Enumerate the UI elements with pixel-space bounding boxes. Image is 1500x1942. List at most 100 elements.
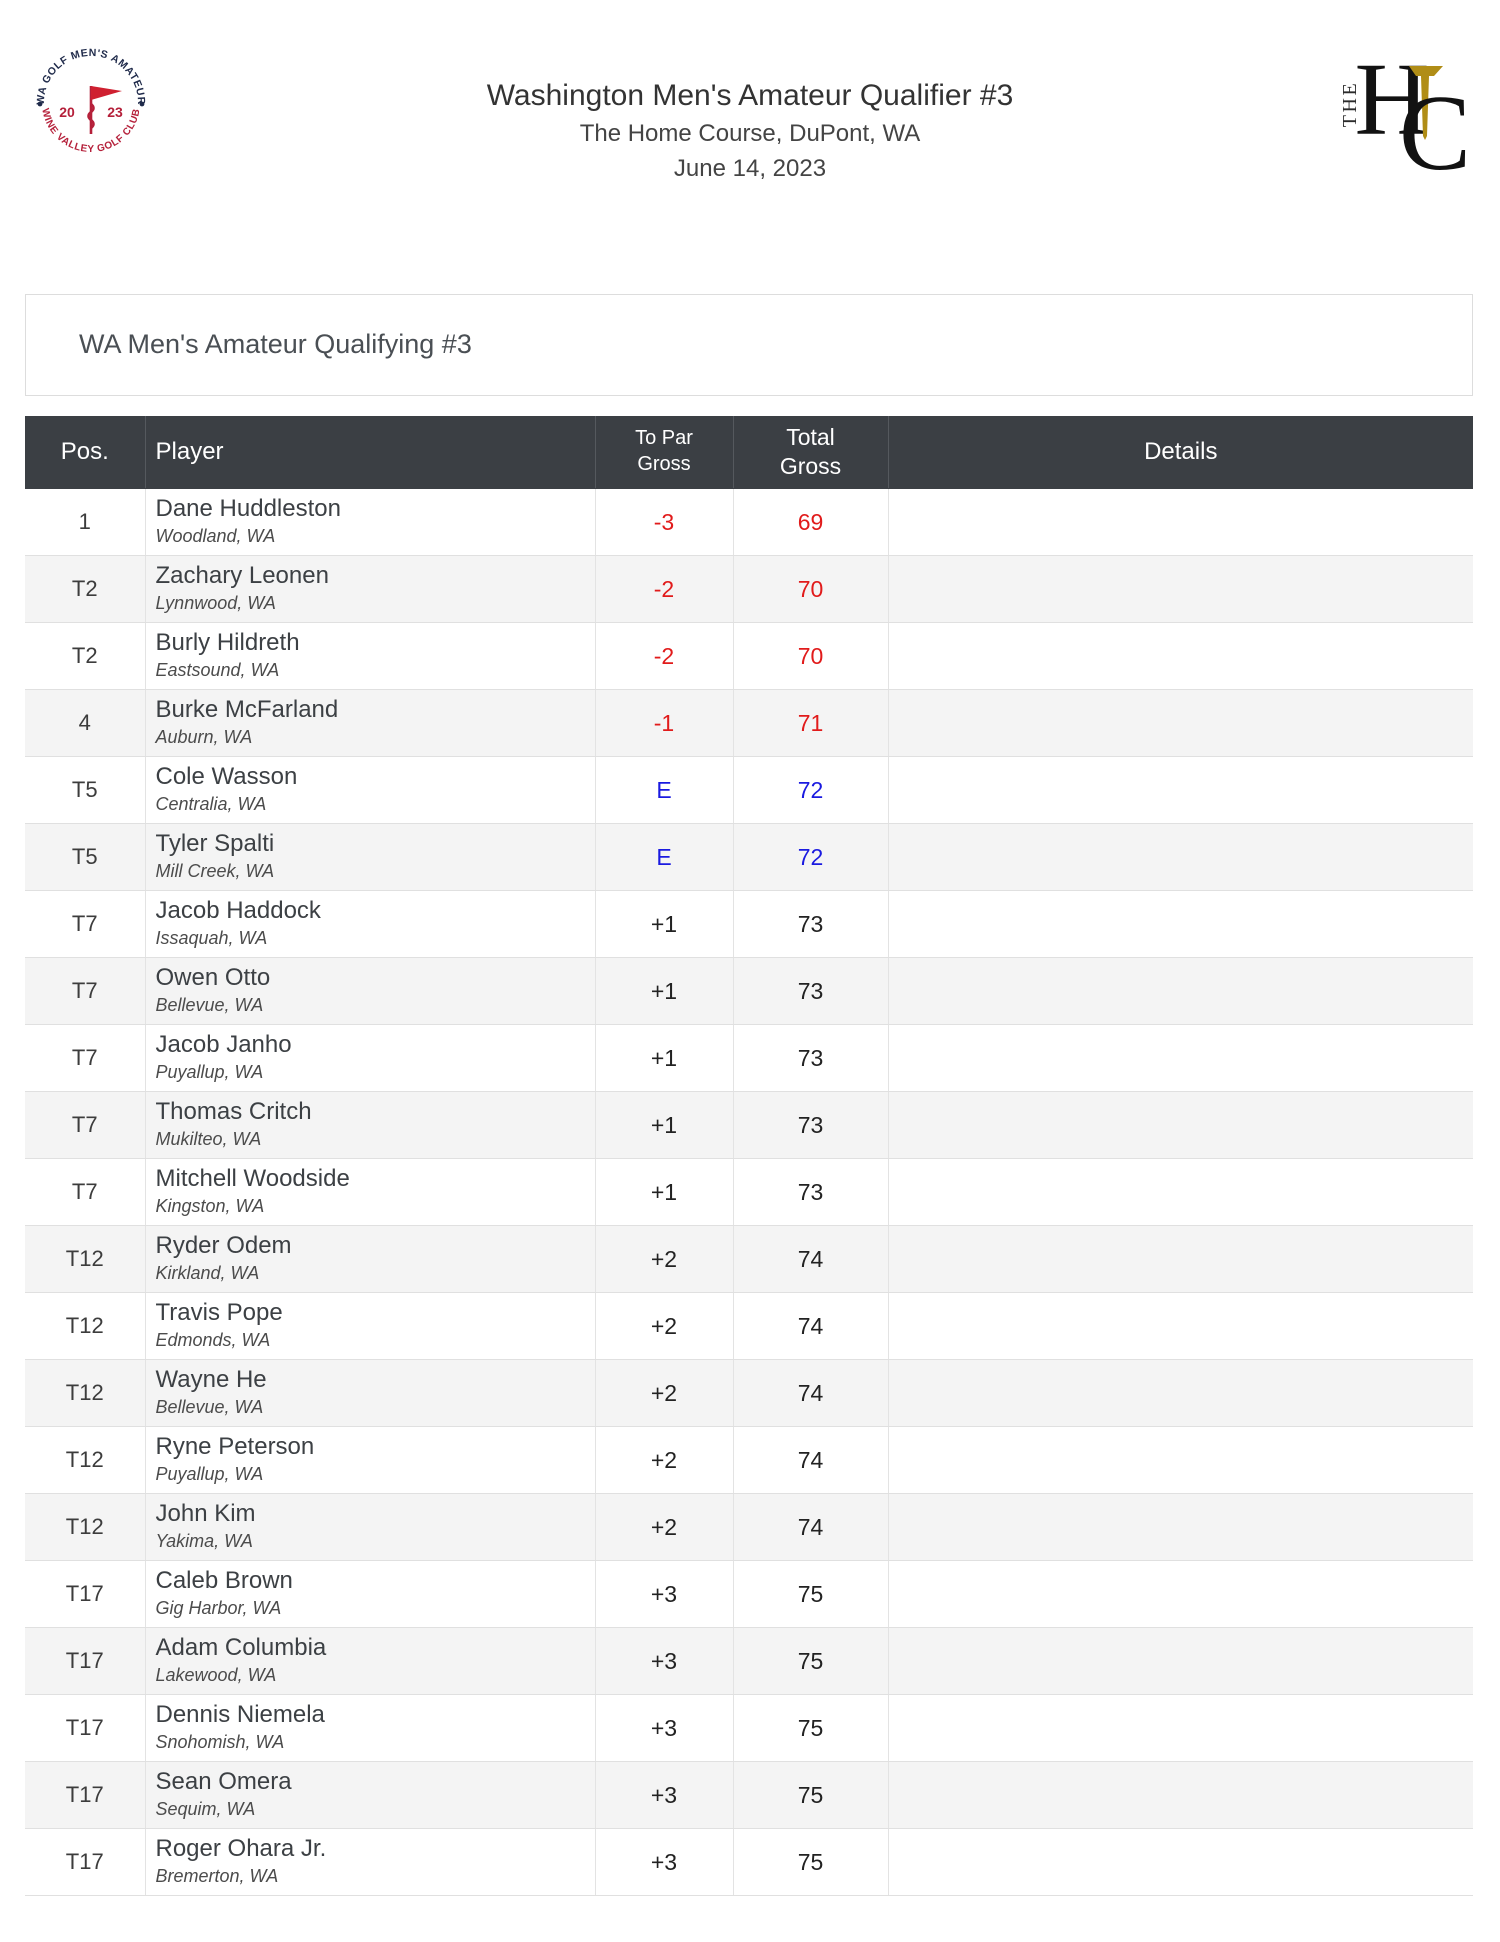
player-name: Sean Omera: [155, 1768, 292, 1796]
player-hometown: Puyallup, WA: [155, 1464, 264, 1485]
table-row[interactable]: T12 John Kim Yakima, WA +2 74: [25, 1493, 1474, 1561]
cell-total-gross: 74: [733, 1292, 889, 1360]
column-header-player[interactable]: Player: [145, 416, 596, 489]
cell-player[interactable]: Caleb Brown Gig Harbor, WA: [145, 1560, 596, 1628]
player-name: Owen Otto: [155, 964, 271, 992]
cell-to-par-gross: +2: [595, 1225, 734, 1293]
player-name: Caleb Brown: [155, 1567, 293, 1595]
cell-details[interactable]: [888, 890, 1474, 958]
cell-player[interactable]: Cole Wasson Centralia, WA: [145, 756, 596, 824]
column-header-details[interactable]: Details: [888, 416, 1474, 489]
cell-player[interactable]: Dane Huddleston Woodland, WA: [145, 488, 596, 556]
cell-details[interactable]: [888, 689, 1474, 757]
cell-position: T17: [25, 1761, 146, 1829]
table-row[interactable]: T17 Caleb Brown Gig Harbor, WA +3 75: [25, 1560, 1474, 1628]
table-row[interactable]: T17 Dennis Niemela Snohomish, WA +3 75: [25, 1694, 1474, 1762]
cell-position: T5: [25, 823, 146, 891]
column-header-to-par-gross[interactable]: To Par Gross: [595, 416, 734, 489]
table-row[interactable]: T7 Jacob Janho Puyallup, WA +1 73: [25, 1024, 1474, 1092]
cell-player[interactable]: Owen Otto Bellevue, WA: [145, 957, 596, 1025]
cell-details[interactable]: [888, 1292, 1474, 1360]
cell-to-par-gross: E: [595, 823, 734, 891]
cell-details[interactable]: [888, 1426, 1474, 1494]
cell-details[interactable]: [888, 1560, 1474, 1628]
cell-details[interactable]: [888, 488, 1474, 556]
cell-total-gross: 70: [733, 622, 889, 690]
cell-player[interactable]: Jacob Haddock Issaquah, WA: [145, 890, 596, 958]
cell-position: T12: [25, 1359, 146, 1427]
cell-player[interactable]: Mitchell Woodside Kingston, WA: [145, 1158, 596, 1226]
cell-player[interactable]: Thomas Critch Mukilteo, WA: [145, 1091, 596, 1159]
table-row[interactable]: T7 Jacob Haddock Issaquah, WA +1 73: [25, 890, 1474, 958]
cell-to-par-gross: +3: [595, 1761, 734, 1829]
table-row[interactable]: T2 Zachary Leonen Lynnwood, WA -2 70: [25, 555, 1474, 623]
cell-details[interactable]: [888, 823, 1474, 891]
player-hometown: Sequim, WA: [155, 1799, 256, 1820]
cell-player[interactable]: Adam Columbia Lakewood, WA: [145, 1627, 596, 1695]
cell-player[interactable]: Dennis Niemela Snohomish, WA: [145, 1694, 596, 1762]
cell-player[interactable]: Burke McFarland Auburn, WA: [145, 689, 596, 757]
player-name: Adam Columbia: [155, 1634, 327, 1662]
cell-position: T17: [25, 1828, 146, 1896]
cell-to-par-gross: -3: [595, 488, 734, 556]
cell-player[interactable]: Tyler Spalti Mill Creek, WA: [145, 823, 596, 891]
cell-player[interactable]: Travis Pope Edmonds, WA: [145, 1292, 596, 1360]
table-row[interactable]: 1 Dane Huddleston Woodland, WA -3 69: [25, 488, 1474, 556]
cell-player[interactable]: Jacob Janho Puyallup, WA: [145, 1024, 596, 1092]
cell-details[interactable]: [888, 1627, 1474, 1695]
page-masthead: WA GOLF MEN'S AMATEUR WINE VALLEY GOLF C…: [0, 0, 1500, 200]
svg-text:23: 23: [107, 104, 123, 120]
cell-player[interactable]: Wayne He Bellevue, WA: [145, 1359, 596, 1427]
cell-details[interactable]: [888, 1828, 1474, 1896]
cell-player[interactable]: Ryder Odem Kirkland, WA: [145, 1225, 596, 1293]
table-row[interactable]: T12 Travis Pope Edmonds, WA +2 74: [25, 1292, 1474, 1360]
player-hometown: Kirkland, WA: [155, 1263, 260, 1284]
table-row[interactable]: T12 Ryne Peterson Puyallup, WA +2 74: [25, 1426, 1474, 1494]
table-row[interactable]: T7 Owen Otto Bellevue, WA +1 73: [25, 957, 1474, 1025]
column-header-pos[interactable]: Pos.: [25, 416, 146, 489]
cell-details[interactable]: [888, 555, 1474, 623]
cell-to-par-gross: +2: [595, 1426, 734, 1494]
cell-details[interactable]: [888, 1761, 1474, 1829]
table-row[interactable]: T7 Thomas Critch Mukilteo, WA +1 73: [25, 1091, 1474, 1159]
leaderboard-body: 1 Dane Huddleston Woodland, WA -3 69 T2 Zachar…: [25, 488, 1474, 1896]
column-header-total-gross[interactable]: Total Gross: [733, 416, 889, 489]
cell-position: T7: [25, 1091, 146, 1159]
cell-to-par-gross: E: [595, 756, 734, 824]
player-hometown: Mill Creek, WA: [155, 861, 275, 882]
cell-details[interactable]: [888, 957, 1474, 1025]
cell-details[interactable]: [888, 1694, 1474, 1762]
cell-details[interactable]: [888, 622, 1474, 690]
cell-position: T17: [25, 1560, 146, 1628]
cell-details[interactable]: [888, 1091, 1474, 1159]
table-row[interactable]: T17 Sean Omera Sequim, WA +3 75: [25, 1761, 1474, 1829]
cell-details[interactable]: [888, 1158, 1474, 1226]
cell-details[interactable]: [888, 1225, 1474, 1293]
table-row[interactable]: T5 Tyler Spalti Mill Creek, WA E 72: [25, 823, 1474, 891]
cell-details[interactable]: [888, 756, 1474, 824]
table-row[interactable]: 4 Burke McFarland Auburn, WA -1 71: [25, 689, 1474, 757]
table-row[interactable]: T5 Cole Wasson Centralia, WA E 72: [25, 756, 1474, 824]
table-row[interactable]: T12 Wayne He Bellevue, WA +2 74: [25, 1359, 1474, 1427]
player-name: Jacob Haddock: [155, 897, 321, 925]
cell-details[interactable]: [888, 1024, 1474, 1092]
cell-details[interactable]: [888, 1493, 1474, 1561]
table-row[interactable]: T12 Ryder Odem Kirkland, WA +2 74: [25, 1225, 1474, 1293]
cell-player[interactable]: Ryne Peterson Puyallup, WA: [145, 1426, 596, 1494]
cell-player[interactable]: Burly Hildreth Eastsound, WA: [145, 622, 596, 690]
event-title: Washington Men's Amateur Qualifier #3: [486, 79, 1014, 112]
cell-player[interactable]: Zachary Leonen Lynnwood, WA: [145, 555, 596, 623]
event-venue: The Home Course, DuPont, WA: [579, 120, 921, 148]
cell-player[interactable]: John Kim Yakima, WA: [145, 1493, 596, 1561]
cell-position: T2: [25, 622, 146, 690]
table-row[interactable]: T2 Burly Hildreth Eastsound, WA -2 70: [25, 622, 1474, 690]
player-hometown: Mukilteo, WA: [155, 1129, 262, 1150]
cell-player[interactable]: Roger Ohara Jr. Bremerton, WA: [145, 1828, 596, 1896]
table-row[interactable]: T17 Adam Columbia Lakewood, WA +3 75: [25, 1627, 1474, 1695]
cell-position: 1: [25, 488, 146, 556]
cell-player[interactable]: Sean Omera Sequim, WA: [145, 1761, 596, 1829]
table-row[interactable]: T7 Mitchell Woodside Kingston, WA +1 73: [25, 1158, 1474, 1226]
cell-position: T17: [25, 1627, 146, 1695]
cell-details[interactable]: [888, 1359, 1474, 1427]
table-row[interactable]: T17 Roger Ohara Jr. Bremerton, WA +3 75: [25, 1828, 1474, 1896]
